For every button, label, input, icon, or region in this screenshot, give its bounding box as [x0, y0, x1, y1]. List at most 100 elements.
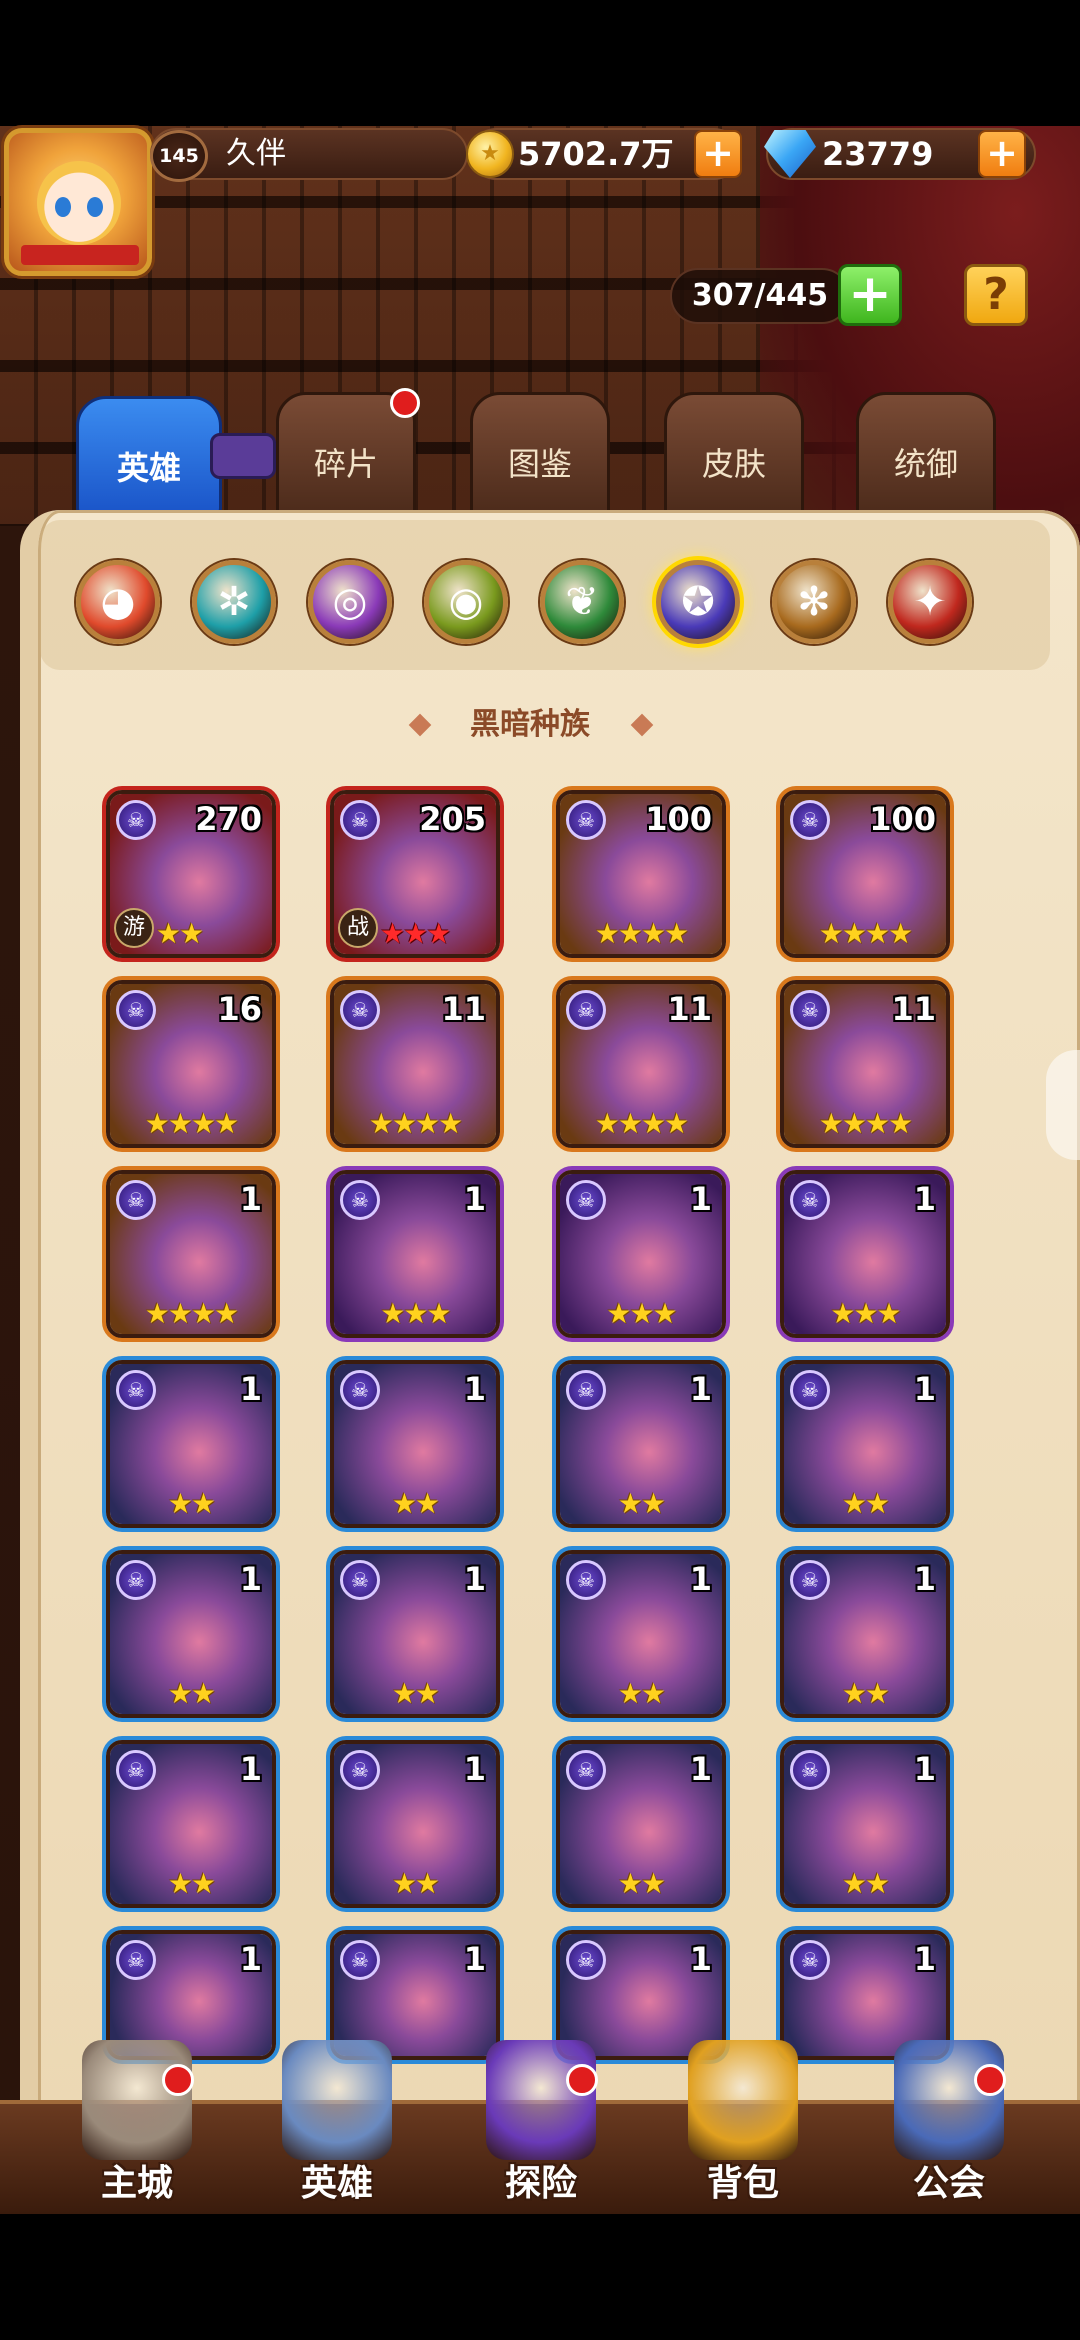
- hero-card[interactable]: ☠ 1 ★★★: [556, 1170, 726, 1338]
- side-drawer-handle[interactable]: [1046, 1050, 1080, 1160]
- hero-stars: ★★★★: [818, 917, 913, 950]
- dark-race-icon: ☠: [566, 990, 606, 1030]
- hero-card[interactable]: ☠ 1 ★★: [330, 1740, 500, 1908]
- fragments-notification-badge: [390, 388, 420, 418]
- hero-card[interactable]: ☠ 11 ★★★★: [556, 980, 726, 1148]
- hero-role-badge: 战: [338, 908, 378, 948]
- hero-level: 100: [645, 800, 712, 838]
- dark-race-icon: ☠: [340, 1560, 380, 1600]
- hero-card[interactable]: ☠ 1 ★★: [330, 1360, 500, 1528]
- dark-race-icon: ☠: [790, 990, 830, 1030]
- backpack-icon: [688, 2040, 798, 2160]
- light-icon[interactable]: ✻: [772, 560, 856, 644]
- hero-level: 205: [419, 800, 486, 838]
- avatar-face-icon: [37, 161, 121, 245]
- hero-card[interactable]: ☠ 1 ★★★: [330, 1170, 500, 1338]
- gold-amount: 5702.7万: [518, 135, 674, 173]
- hero-level: 1: [689, 1370, 712, 1408]
- help-button[interactable]: ?: [964, 264, 1028, 326]
- abyss-icon[interactable]: ◎: [308, 560, 392, 644]
- dark-race-icon: ☠: [116, 1370, 156, 1410]
- hero-card[interactable]: ☠ 1 ★★★★: [106, 1170, 276, 1338]
- hero-card[interactable]: ☠ 1 ★★: [780, 1360, 950, 1528]
- hero-level: 1: [239, 1940, 262, 1978]
- gem-amount: 23779: [822, 135, 934, 173]
- dark-race-icon: ☠: [566, 1180, 606, 1220]
- dark-race-icon: ☠: [116, 1940, 156, 1980]
- hero-level: 1: [463, 1370, 486, 1408]
- hero-card[interactable]: ☠ 1 ★★: [330, 1550, 500, 1718]
- nav-portal[interactable]: 探险: [466, 2040, 616, 2210]
- add-gold-button[interactable]: +: [694, 130, 742, 178]
- hero-level: 1: [463, 1180, 486, 1218]
- notification-badge: [566, 2064, 598, 2096]
- hero-level: 1: [239, 1560, 262, 1598]
- nav-backpack[interactable]: 背包: [668, 2040, 818, 2210]
- dark-race-icon: ☠: [790, 1940, 830, 1980]
- hero-stars: ★★: [167, 1867, 216, 1900]
- hero-card[interactable]: ☠ 205 ★★★ 战: [330, 790, 500, 958]
- hero-card[interactable]: ☠ 1 ★★: [556, 1550, 726, 1718]
- player-avatar[interactable]: [4, 128, 152, 276]
- hero-level: 1: [913, 1560, 936, 1598]
- tab-codex[interactable]: 图鉴: [470, 392, 610, 520]
- hero-card[interactable]: ☠ 1 ★★★: [780, 1170, 950, 1338]
- hero-card[interactable]: ☠ 1 ★★: [556, 1360, 726, 1528]
- dark-race-icon: ☠: [340, 1180, 380, 1220]
- all-races-icon[interactable]: ◕: [76, 560, 160, 644]
- dark-race-icon: ☠: [116, 990, 156, 1030]
- hero-level: 1: [913, 1180, 936, 1218]
- dark-race-icon: ☠: [790, 1370, 830, 1410]
- hero-level: 1: [463, 1750, 486, 1788]
- nav-guild[interactable]: 公会: [874, 2040, 1024, 2210]
- dark-race-icon: ☠: [340, 1370, 380, 1410]
- notification-badge: [162, 2064, 194, 2096]
- hero-card[interactable]: ☠ 1 ★★: [106, 1550, 276, 1718]
- expand-capacity-button[interactable]: +: [838, 264, 902, 326]
- hero-card[interactable]: ☠ 1 ★★: [106, 1740, 276, 1908]
- hero-card[interactable]: ☠ 1 ★★: [780, 1740, 950, 1908]
- nav-label: 背包: [706, 2163, 779, 2204]
- hero-level: 1: [689, 1180, 712, 1218]
- tab-command[interactable]: 统御: [856, 392, 996, 520]
- hero-level: 1: [239, 1180, 262, 1218]
- avatar-ribbon: [21, 245, 139, 265]
- add-gems-button[interactable]: +: [978, 130, 1026, 178]
- hero-stars: ★★★★: [594, 1107, 689, 1140]
- castle-icon: [82, 2040, 192, 2160]
- hero-card[interactable]: ☠ 1 ★★: [106, 1360, 276, 1528]
- hero-card[interactable]: ☠ 1 ★★: [556, 1740, 726, 1908]
- notification-badge: [974, 2064, 1006, 2096]
- forest-icon[interactable]: ◉: [424, 560, 508, 644]
- dark-race-icon: ☠: [790, 1750, 830, 1790]
- nav-label: 英雄: [300, 2163, 373, 2204]
- tab-skins[interactable]: 皮肤: [664, 392, 804, 520]
- system-nav-area: [0, 2214, 1080, 2340]
- nav-hero-portrait[interactable]: 英雄: [262, 2040, 412, 2210]
- portal-icon: [486, 2040, 596, 2160]
- hero-card[interactable]: ☠ 100 ★★★★: [780, 790, 950, 958]
- dark-race-icon: ☠: [566, 1940, 606, 1980]
- player-name: 久伴: [226, 136, 286, 171]
- hero-card[interactable]: ☠ 16 ★★★★: [106, 980, 276, 1148]
- tab-heroes[interactable]: 英雄: [76, 396, 222, 518]
- hero-stars: ★★★★: [144, 1297, 239, 1330]
- hero-level: 1: [913, 1940, 936, 1978]
- hero-stars: ★★: [617, 1867, 666, 1900]
- dark-race-icon: ☠: [340, 990, 380, 1030]
- dark-race-icon: ☠: [340, 1940, 380, 1980]
- fortress-icon[interactable]: ✲: [192, 560, 276, 644]
- player-level: 145: [150, 130, 208, 182]
- shadow-icon[interactable]: ❦: [540, 560, 624, 644]
- hero-card[interactable]: ☠ 11 ★★★★: [780, 980, 950, 1148]
- hero-card[interactable]: ☠ 100 ★★★★: [556, 790, 726, 958]
- hero-card[interactable]: ☠ 270 ★★ 游: [106, 790, 276, 958]
- hero-card[interactable]: ☠ 1 ★★: [780, 1550, 950, 1718]
- dark-race-icon[interactable]: ✪: [656, 560, 740, 644]
- hero-level: 1: [689, 1940, 712, 1978]
- nav-label: 主城: [100, 2163, 173, 2204]
- fire-icon[interactable]: ✦: [888, 560, 972, 644]
- nav-castle[interactable]: 主城: [62, 2040, 212, 2210]
- hero-card[interactable]: ☠ 11 ★★★★: [330, 980, 500, 1148]
- nav-label: 公会: [912, 2163, 985, 2204]
